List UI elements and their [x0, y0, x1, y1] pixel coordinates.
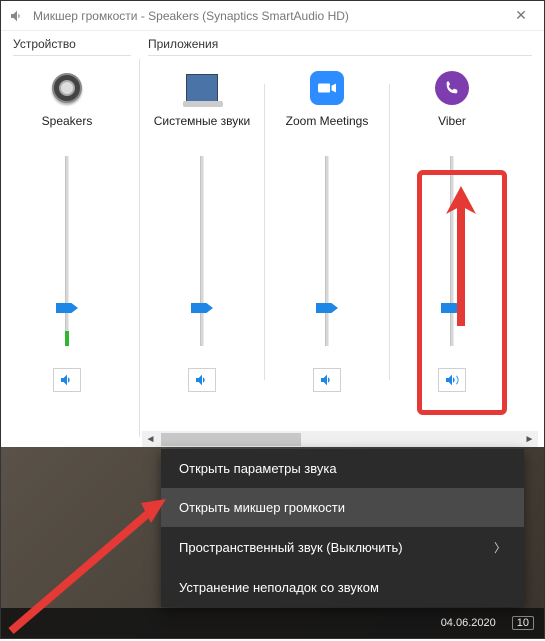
channel-label: Speakers: [42, 114, 93, 144]
scroll-right-arrow[interactable]: ►: [521, 431, 538, 448]
channel-label: Системные звуки: [154, 114, 250, 144]
mute-button[interactable]: [188, 368, 216, 392]
channel-zoom: Zoom Meetings: [267, 60, 387, 392]
chevron-right-icon: 〉: [494, 539, 506, 556]
volume-slider[interactable]: [56, 156, 78, 346]
menu-label: Открыть микшер громкости: [179, 500, 345, 515]
apps-group: Приложения Системные звуки: [142, 35, 538, 449]
speaker-icon: [194, 372, 210, 388]
camera-icon: [318, 82, 336, 94]
group-divider: [139, 59, 140, 437]
menu-open-sound-settings[interactable]: Открыть параметры звука: [161, 449, 524, 488]
menu-label: Открыть параметры звука: [179, 461, 337, 476]
taskbar-date: 04.06.2020: [441, 617, 496, 629]
speaker-icon: [59, 372, 75, 388]
menu-label: Пространственный звук (Выключить): [179, 540, 403, 555]
mute-button[interactable]: [438, 368, 466, 392]
device-output-icon[interactable]: [43, 68, 91, 108]
channel-system-sounds: Системные звуки: [142, 60, 262, 392]
menu-label: Устранение неполадок со звуком: [179, 580, 379, 595]
channel-label: Viber: [438, 114, 466, 144]
sound-context-menu: Открыть параметры звука Открыть микшер г…: [161, 449, 524, 607]
zoom-app-icon[interactable]: [303, 68, 351, 108]
channel-divider: [389, 84, 390, 380]
mute-button[interactable]: [53, 368, 81, 392]
volume-slider[interactable]: [191, 156, 213, 346]
system-sounds-icon[interactable]: [178, 68, 226, 108]
horizontal-scrollbar[interactable]: ◄ ►: [142, 431, 538, 448]
menu-troubleshoot-sound[interactable]: Устранение неполадок со звуком: [161, 568, 524, 607]
speaker-icon: [319, 372, 335, 388]
volume-slider[interactable]: [441, 156, 463, 346]
device-group: Устройство Speakers: [7, 35, 137, 449]
viber-app-icon[interactable]: [428, 68, 476, 108]
channel-device: Speakers: [7, 60, 127, 392]
taskbar: 04.06.2020 10: [1, 608, 544, 638]
titlebar: Микшер громкости - Speakers (Synaptics S…: [1, 1, 544, 31]
menu-spatial-sound[interactable]: Пространственный звук (Выключить) 〉: [161, 527, 524, 568]
device-group-label: Устройство: [7, 35, 137, 53]
channel-divider: [264, 84, 265, 380]
speaker-icon: [444, 372, 460, 388]
menu-open-volume-mixer[interactable]: Открыть микшер громкости: [161, 488, 524, 527]
channel-label: Zoom Meetings: [286, 114, 369, 144]
scroll-thumb[interactable]: [161, 433, 301, 446]
phone-icon: [444, 80, 460, 96]
window-title: Микшер громкости - Speakers (Synaptics S…: [33, 9, 349, 23]
volume-slider[interactable]: [316, 156, 338, 346]
channel-viber: Viber: [392, 60, 512, 392]
mixer-body: Устройство Speakers Приложения: [1, 31, 544, 449]
close-button[interactable]: ✕: [506, 7, 536, 24]
notification-count[interactable]: 10: [512, 616, 534, 630]
mute-button[interactable]: [313, 368, 341, 392]
scroll-track[interactable]: [159, 431, 521, 448]
volume-icon: [9, 8, 25, 24]
apps-group-label: Приложения: [142, 35, 538, 53]
scroll-left-arrow[interactable]: ◄: [142, 431, 159, 448]
